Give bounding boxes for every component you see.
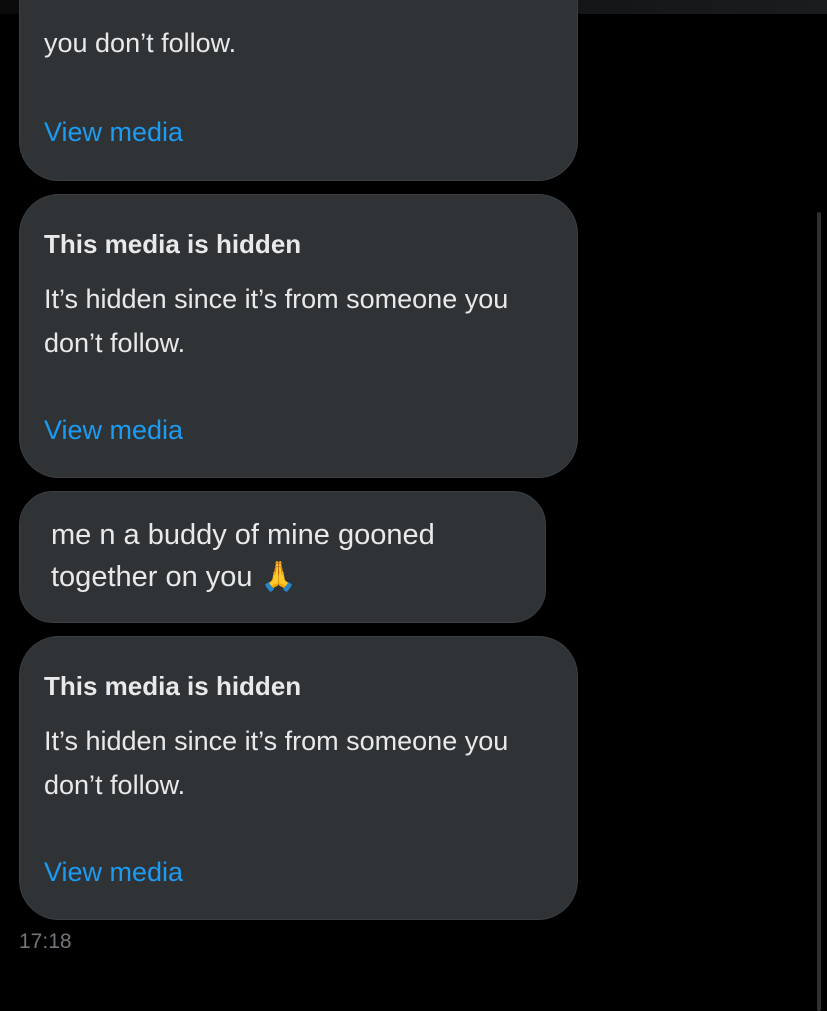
view-media-link[interactable]: View media xyxy=(44,117,183,148)
hidden-media-message: This media is hidden It’s hidden since i… xyxy=(19,194,578,478)
message-text: me n a buddy of mine gooned together on … xyxy=(51,519,435,593)
hidden-media-description: It’s hidden since it’s from someone you … xyxy=(44,726,509,800)
hidden-media-description: It’s hidden since it’s from someone you … xyxy=(44,284,509,358)
text-message: me n a buddy of mine gooned together on … xyxy=(19,491,546,623)
hidden-media-title: This media is hidden xyxy=(44,229,302,259)
hidden-media-title: This media is hidden xyxy=(44,671,302,701)
view-media-link[interactable]: View media xyxy=(44,857,183,888)
hidden-media-message-partial: you don’t follow. View media xyxy=(19,0,578,181)
view-media-link[interactable]: View media xyxy=(44,415,183,446)
message-timestamp: 17:18 xyxy=(19,930,72,953)
hidden-media-message: This media is hidden It’s hidden since i… xyxy=(19,636,578,920)
hidden-media-description: you don’t follow. xyxy=(44,28,237,58)
scrollbar[interactable] xyxy=(817,212,821,1011)
